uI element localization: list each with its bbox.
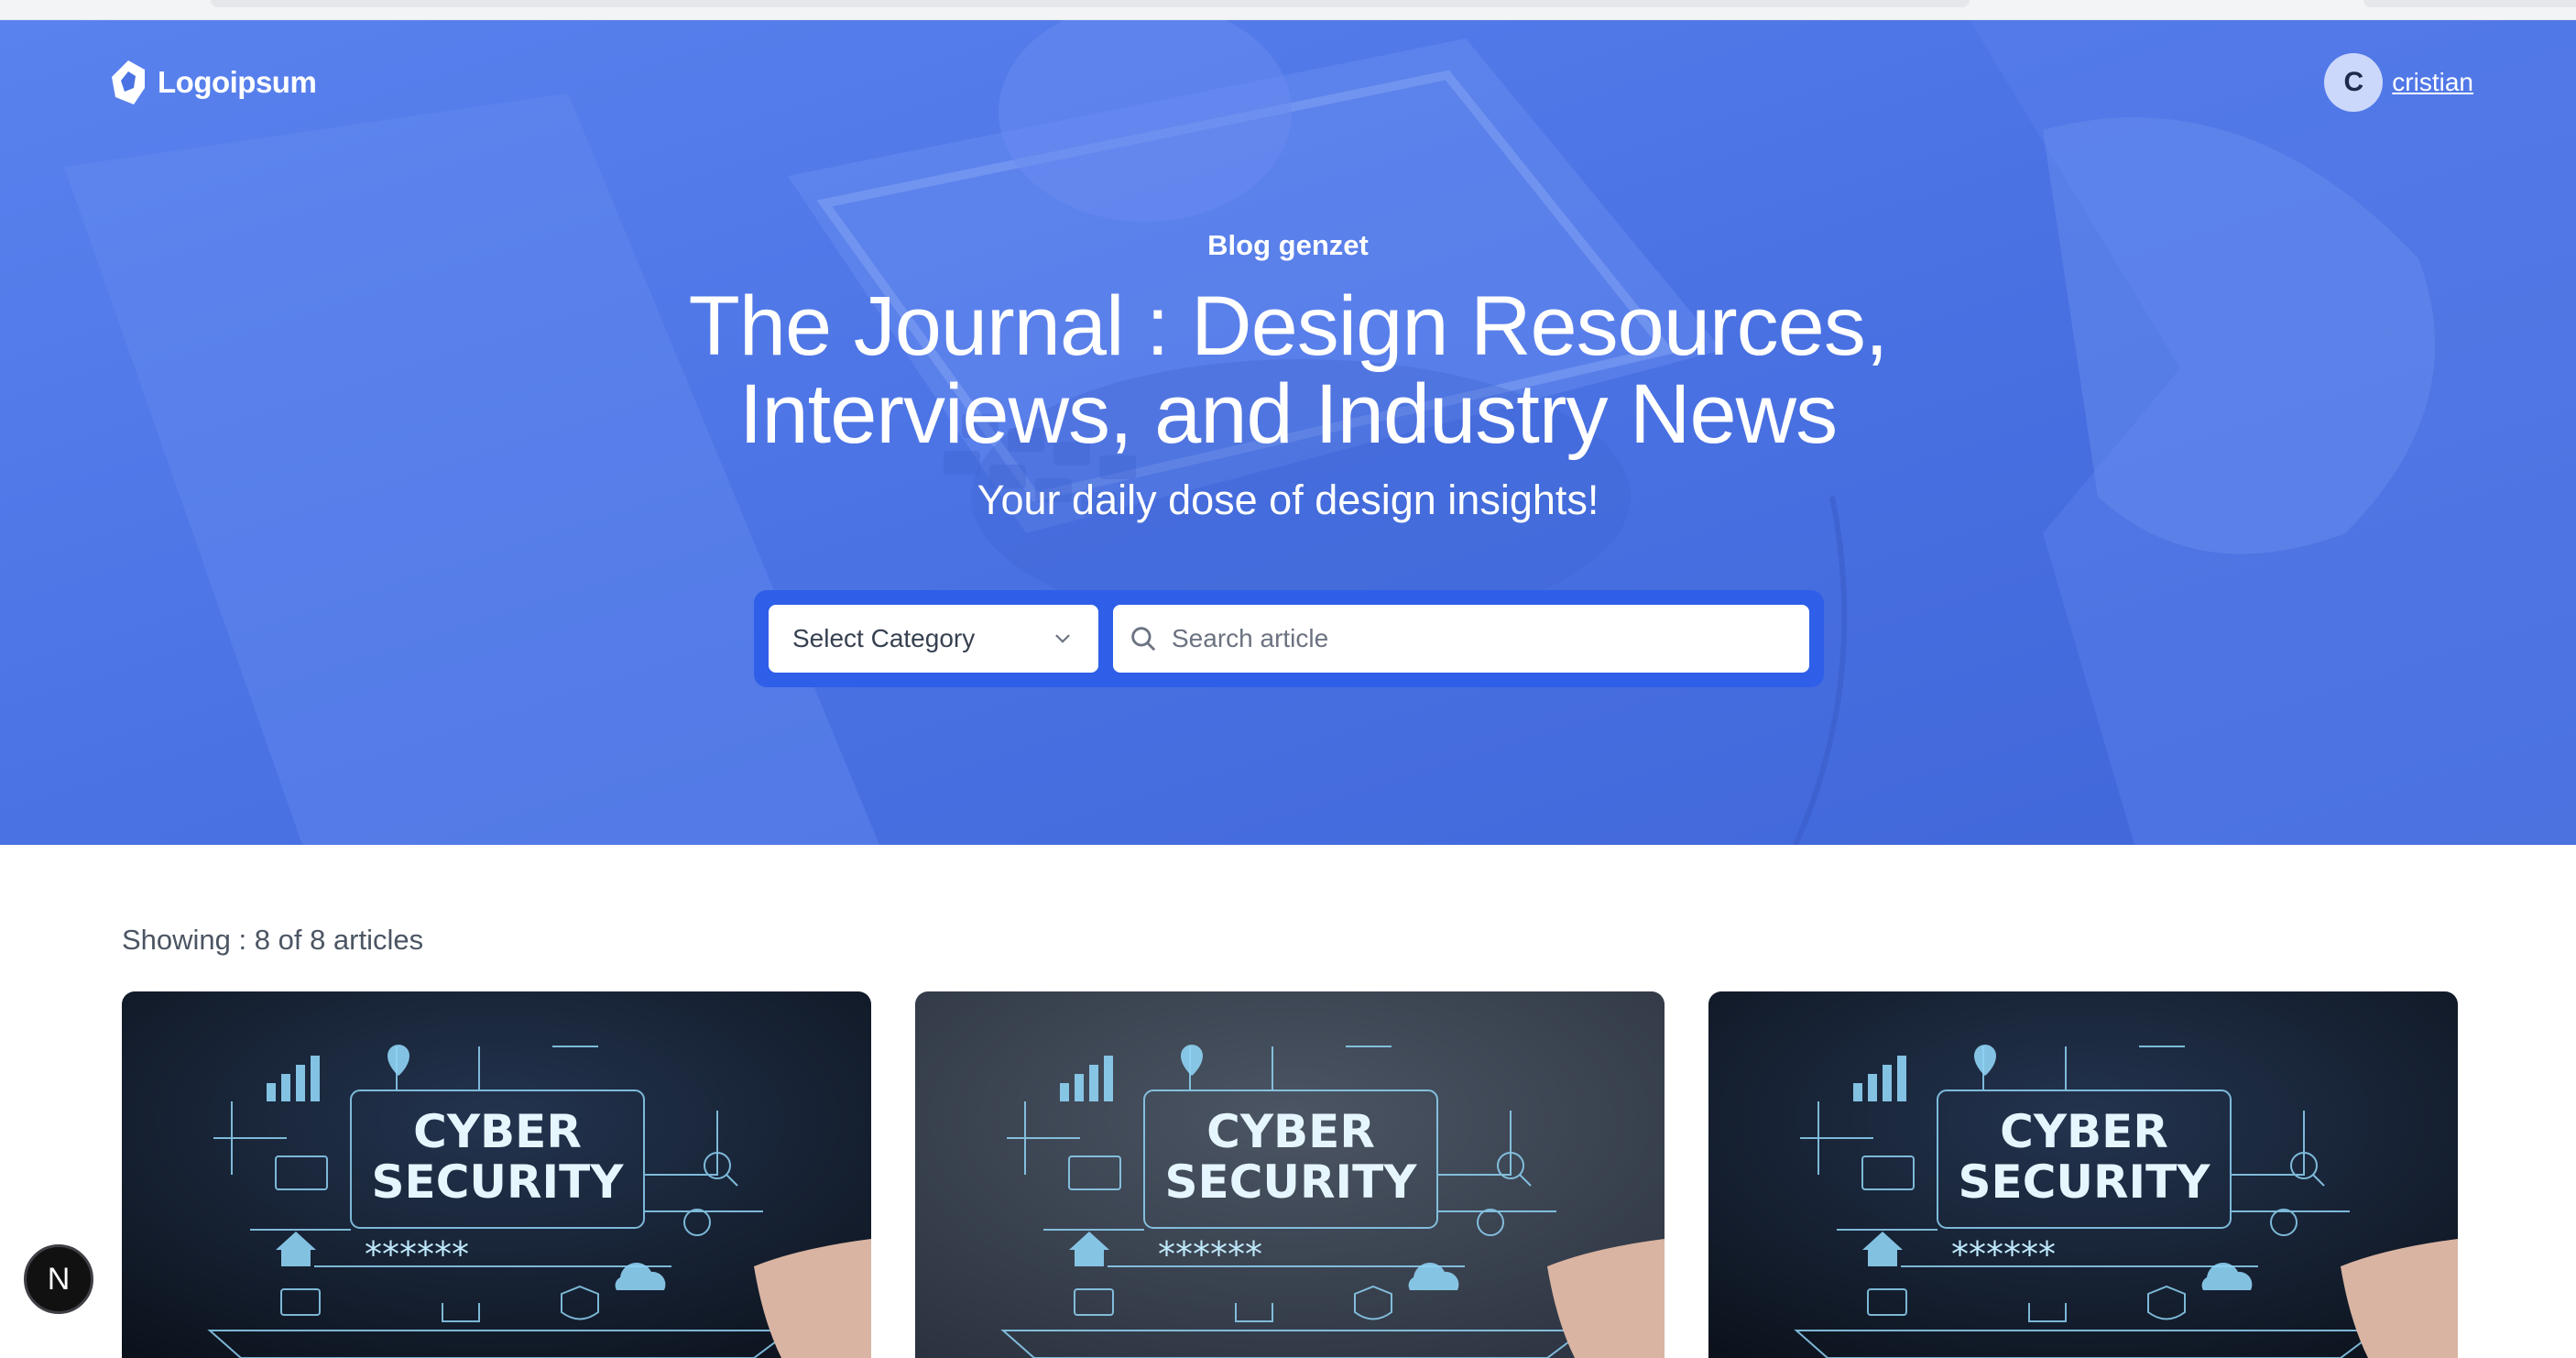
hero-subtitle: Your daily dose of design insights! [977,476,1599,523]
page-title-line-1: The Journal : Design Resources, [688,279,1889,373]
page-title-line-2: Interviews, and Industry News [738,367,1838,461]
browser-top-strip [0,0,2576,20]
hero-section: Logoipsum C cristian Blog genzet The Jou… [0,20,2576,845]
logo-icon [112,60,145,104]
article-card[interactable]: CYBER SECURITY ****** [122,991,871,1358]
search-field[interactable] [1113,605,1809,673]
article-thumbnail: CYBER SECURITY ****** [915,991,1665,1358]
card-image-title-2: SECURITY [372,1155,625,1209]
page-title: The Journal : Design Resources, Intervie… [0,282,2576,458]
search-input[interactable] [1172,624,1795,653]
card-image-title-2: SECURITY [1165,1155,1418,1209]
card-image-mask: ****** [1951,1234,2056,1275]
card-image-title-1: CYBER [413,1105,582,1158]
card-image-mask: ****** [1158,1234,1262,1275]
article-card[interactable]: CYBER SECURITY ****** [915,991,1665,1358]
category-select-value: Select Category [792,624,976,652]
avatar[interactable]: C [2324,53,2384,112]
nextjs-dev-badge[interactable]: N [24,1244,93,1314]
brand-logo[interactable]: Logoipsum [106,57,317,108]
card-image-title-1: CYBER [1206,1105,1375,1158]
card-image-title-2: SECURITY [1959,1155,2211,1209]
card-image-mask: ****** [365,1234,469,1275]
article-card[interactable]: CYBER SECURITY ****** [1708,991,2458,1358]
category-select[interactable]: Select Category [769,605,1098,673]
search-icon [1131,627,1155,651]
card-image-title-1: CYBER [2000,1105,2168,1158]
user-menu[interactable]: C cristian [2324,53,2473,112]
logo-text: Logoipsum [158,65,317,99]
results-count: Showing : 8 of 8 articles [122,924,424,956]
chevron-down-icon [1055,634,1070,643]
article-thumbnail: CYBER SECURITY ****** [1708,991,2458,1358]
browser-address-bar[interactable] [211,0,1970,7]
browser-toolbar-edge [2363,0,2576,7]
search-filter-bar: Select Category [754,590,1824,687]
hero-eyebrow: Blog genzet [1207,229,1369,261]
article-thumbnail: CYBER SECURITY ****** [122,991,871,1358]
user-name-link[interactable]: cristian [2392,68,2473,97]
